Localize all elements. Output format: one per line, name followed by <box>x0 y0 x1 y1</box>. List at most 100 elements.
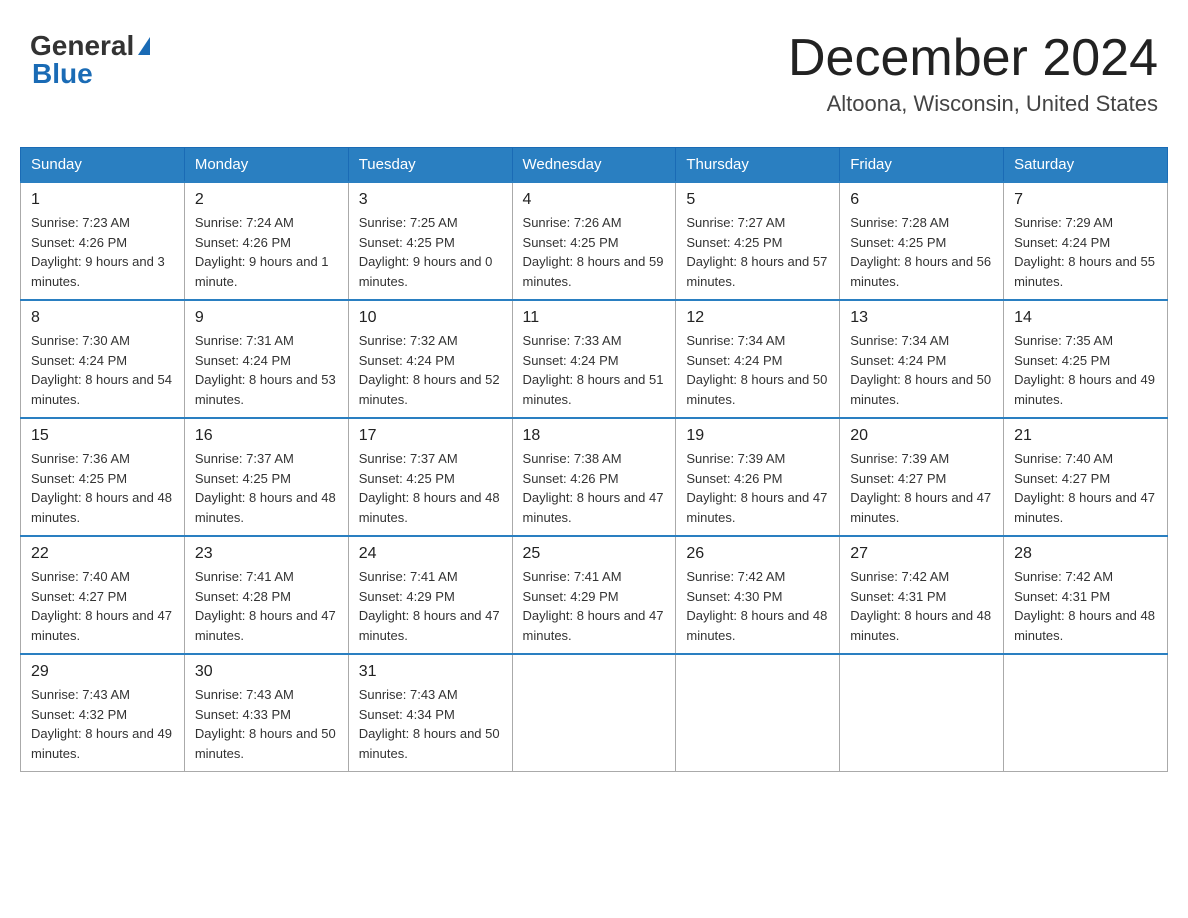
day-number: 1 <box>31 191 174 209</box>
day-info: Sunrise: 7:37 AMSunset: 4:25 PMDaylight:… <box>359 449 502 527</box>
day-info: Sunrise: 7:34 AMSunset: 4:24 PMDaylight:… <box>850 331 993 409</box>
day-number: 4 <box>523 191 666 209</box>
calendar-table: Sunday Monday Tuesday Wednesday Thursday… <box>20 147 1168 772</box>
calendar-week-1: 1 Sunrise: 7:23 AMSunset: 4:26 PMDayligh… <box>21 182 1168 300</box>
day-number: 16 <box>195 427 338 445</box>
day-info: Sunrise: 7:23 AMSunset: 4:26 PMDaylight:… <box>31 213 174 291</box>
day-info: Sunrise: 7:29 AMSunset: 4:24 PMDaylight:… <box>1014 213 1157 291</box>
calendar-week-2: 8 Sunrise: 7:30 AMSunset: 4:24 PMDayligh… <box>21 300 1168 418</box>
calendar-cell <box>1004 654 1168 772</box>
day-number: 2 <box>195 191 338 209</box>
calendar-cell: 12 Sunrise: 7:34 AMSunset: 4:24 PMDaylig… <box>676 300 840 418</box>
day-number: 10 <box>359 309 502 327</box>
day-info: Sunrise: 7:27 AMSunset: 4:25 PMDaylight:… <box>686 213 829 291</box>
calendar-header-row: Sunday Monday Tuesday Wednesday Thursday… <box>21 148 1168 183</box>
calendar-cell: 15 Sunrise: 7:36 AMSunset: 4:25 PMDaylig… <box>21 418 185 536</box>
calendar-cell: 30 Sunrise: 7:43 AMSunset: 4:33 PMDaylig… <box>184 654 348 772</box>
day-info: Sunrise: 7:40 AMSunset: 4:27 PMDaylight:… <box>1014 449 1157 527</box>
calendar-cell: 29 Sunrise: 7:43 AMSunset: 4:32 PMDaylig… <box>21 654 185 772</box>
day-number: 15 <box>31 427 174 445</box>
day-number: 22 <box>31 545 174 563</box>
calendar-cell: 5 Sunrise: 7:27 AMSunset: 4:25 PMDayligh… <box>676 182 840 300</box>
calendar-cell: 31 Sunrise: 7:43 AMSunset: 4:34 PMDaylig… <box>348 654 512 772</box>
day-info: Sunrise: 7:31 AMSunset: 4:24 PMDaylight:… <box>195 331 338 409</box>
col-header-tuesday: Tuesday <box>348 148 512 183</box>
day-info: Sunrise: 7:39 AMSunset: 4:26 PMDaylight:… <box>686 449 829 527</box>
logo-triangle-icon <box>138 37 150 55</box>
day-info: Sunrise: 7:42 AMSunset: 4:31 PMDaylight:… <box>850 567 993 645</box>
col-header-thursday: Thursday <box>676 148 840 183</box>
calendar-cell: 26 Sunrise: 7:42 AMSunset: 4:30 PMDaylig… <box>676 536 840 654</box>
day-info: Sunrise: 7:24 AMSunset: 4:26 PMDaylight:… <box>195 213 338 291</box>
calendar-cell: 22 Sunrise: 7:40 AMSunset: 4:27 PMDaylig… <box>21 536 185 654</box>
day-info: Sunrise: 7:42 AMSunset: 4:30 PMDaylight:… <box>686 567 829 645</box>
day-number: 7 <box>1014 191 1157 209</box>
location-title: Altoona, Wisconsin, United States <box>788 91 1158 117</box>
day-number: 20 <box>850 427 993 445</box>
logo-blue-text: Blue <box>32 58 93 90</box>
calendar-cell: 16 Sunrise: 7:37 AMSunset: 4:25 PMDaylig… <box>184 418 348 536</box>
calendar-cell: 10 Sunrise: 7:32 AMSunset: 4:24 PMDaylig… <box>348 300 512 418</box>
col-header-saturday: Saturday <box>1004 148 1168 183</box>
logo: General Blue <box>30 30 150 90</box>
day-info: Sunrise: 7:37 AMSunset: 4:25 PMDaylight:… <box>195 449 338 527</box>
day-info: Sunrise: 7:34 AMSunset: 4:24 PMDaylight:… <box>686 331 829 409</box>
day-number: 27 <box>850 545 993 563</box>
col-header-friday: Friday <box>840 148 1004 183</box>
day-info: Sunrise: 7:43 AMSunset: 4:33 PMDaylight:… <box>195 685 338 763</box>
calendar-cell <box>840 654 1004 772</box>
calendar-week-3: 15 Sunrise: 7:36 AMSunset: 4:25 PMDaylig… <box>21 418 1168 536</box>
calendar-cell <box>512 654 676 772</box>
calendar-cell <box>676 654 840 772</box>
calendar-cell: 1 Sunrise: 7:23 AMSunset: 4:26 PMDayligh… <box>21 182 185 300</box>
calendar-cell: 2 Sunrise: 7:24 AMSunset: 4:26 PMDayligh… <box>184 182 348 300</box>
day-number: 28 <box>1014 545 1157 563</box>
day-number: 29 <box>31 663 174 681</box>
day-number: 25 <box>523 545 666 563</box>
day-number: 26 <box>686 545 829 563</box>
day-info: Sunrise: 7:43 AMSunset: 4:32 PMDaylight:… <box>31 685 174 763</box>
col-header-monday: Monday <box>184 148 348 183</box>
calendar-cell: 3 Sunrise: 7:25 AMSunset: 4:25 PMDayligh… <box>348 182 512 300</box>
calendar-cell: 19 Sunrise: 7:39 AMSunset: 4:26 PMDaylig… <box>676 418 840 536</box>
calendar-cell: 11 Sunrise: 7:33 AMSunset: 4:24 PMDaylig… <box>512 300 676 418</box>
day-number: 14 <box>1014 309 1157 327</box>
calendar-cell: 8 Sunrise: 7:30 AMSunset: 4:24 PMDayligh… <box>21 300 185 418</box>
page-header: General Blue December 2024 Altoona, Wisc… <box>20 20 1168 127</box>
day-info: Sunrise: 7:41 AMSunset: 4:29 PMDaylight:… <box>359 567 502 645</box>
day-number: 12 <box>686 309 829 327</box>
day-info: Sunrise: 7:40 AMSunset: 4:27 PMDaylight:… <box>31 567 174 645</box>
title-area: December 2024 Altoona, Wisconsin, United… <box>788 30 1158 117</box>
day-info: Sunrise: 7:38 AMSunset: 4:26 PMDaylight:… <box>523 449 666 527</box>
col-header-sunday: Sunday <box>21 148 185 183</box>
calendar-cell: 6 Sunrise: 7:28 AMSunset: 4:25 PMDayligh… <box>840 182 1004 300</box>
calendar-cell: 13 Sunrise: 7:34 AMSunset: 4:24 PMDaylig… <box>840 300 1004 418</box>
day-info: Sunrise: 7:32 AMSunset: 4:24 PMDaylight:… <box>359 331 502 409</box>
col-header-wednesday: Wednesday <box>512 148 676 183</box>
day-info: Sunrise: 7:39 AMSunset: 4:27 PMDaylight:… <box>850 449 993 527</box>
day-info: Sunrise: 7:42 AMSunset: 4:31 PMDaylight:… <box>1014 567 1157 645</box>
day-number: 30 <box>195 663 338 681</box>
calendar-cell: 24 Sunrise: 7:41 AMSunset: 4:29 PMDaylig… <box>348 536 512 654</box>
day-info: Sunrise: 7:25 AMSunset: 4:25 PMDaylight:… <box>359 213 502 291</box>
day-number: 19 <box>686 427 829 445</box>
day-info: Sunrise: 7:35 AMSunset: 4:25 PMDaylight:… <box>1014 331 1157 409</box>
calendar-cell: 4 Sunrise: 7:26 AMSunset: 4:25 PMDayligh… <box>512 182 676 300</box>
day-info: Sunrise: 7:43 AMSunset: 4:34 PMDaylight:… <box>359 685 502 763</box>
calendar-cell: 7 Sunrise: 7:29 AMSunset: 4:24 PMDayligh… <box>1004 182 1168 300</box>
calendar-cell: 9 Sunrise: 7:31 AMSunset: 4:24 PMDayligh… <box>184 300 348 418</box>
day-number: 13 <box>850 309 993 327</box>
calendar-cell: 27 Sunrise: 7:42 AMSunset: 4:31 PMDaylig… <box>840 536 1004 654</box>
day-info: Sunrise: 7:28 AMSunset: 4:25 PMDaylight:… <box>850 213 993 291</box>
day-number: 17 <box>359 427 502 445</box>
calendar-cell: 25 Sunrise: 7:41 AMSunset: 4:29 PMDaylig… <box>512 536 676 654</box>
day-number: 5 <box>686 191 829 209</box>
day-number: 3 <box>359 191 502 209</box>
calendar-week-4: 22 Sunrise: 7:40 AMSunset: 4:27 PMDaylig… <box>21 536 1168 654</box>
day-number: 23 <box>195 545 338 563</box>
calendar-cell: 21 Sunrise: 7:40 AMSunset: 4:27 PMDaylig… <box>1004 418 1168 536</box>
calendar-cell: 28 Sunrise: 7:42 AMSunset: 4:31 PMDaylig… <box>1004 536 1168 654</box>
day-info: Sunrise: 7:41 AMSunset: 4:28 PMDaylight:… <box>195 567 338 645</box>
calendar-cell: 23 Sunrise: 7:41 AMSunset: 4:28 PMDaylig… <box>184 536 348 654</box>
day-number: 24 <box>359 545 502 563</box>
